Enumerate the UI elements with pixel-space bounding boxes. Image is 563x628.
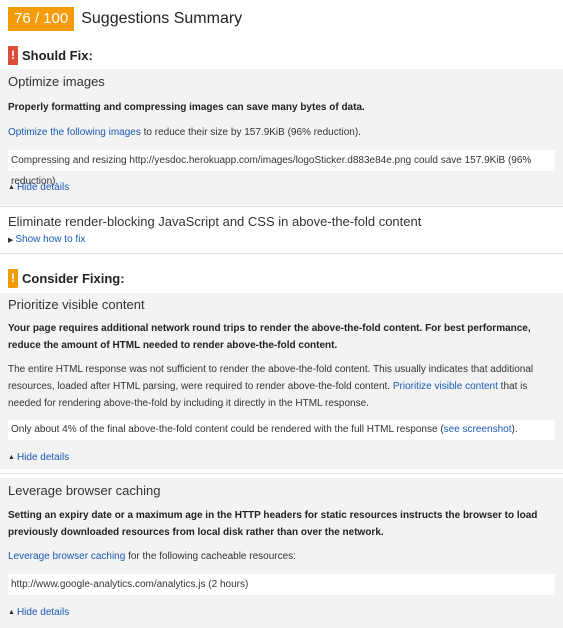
rule-title: Prioritize visible content [8,297,145,312]
triangle-up-icon: ▲ [8,184,15,191]
show-how-to-fix-toggle[interactable]: ▶ Show how to fix [8,234,85,245]
rule-summary: Your page requires additional network ro… [8,323,531,351]
divider [0,473,563,474]
toggle-label: Hide details [16,607,70,618]
rule-detail: Optimize the following images to reduce … [8,124,553,141]
triangle-right-icon: ▶ [8,236,14,244]
should-fix-heading: ! Should Fix: [8,46,93,65]
prioritize-visible-content-link[interactable]: Prioritize visible content [393,381,498,392]
optimize-images-link[interactable]: Optimize the following images [8,127,141,138]
rule-title: Optimize images [8,74,105,89]
divider [0,253,563,254]
rule-detail: The entire HTML response was not suffici… [8,361,553,412]
url-item: Compressing and resizing http://yesdoc.h… [8,150,555,187]
hide-details-toggle[interactable]: ▲ Hide details [8,607,69,618]
url-item: Only about 4% of the final above-the-fol… [8,420,555,440]
exclamation-icon: ! [8,269,18,288]
hide-details-toggle[interactable]: ▲ Hide details [8,182,69,193]
url-text: ). [511,424,518,435]
summary-header: 76 / 100 Suggestions Summary [8,7,243,31]
should-fix-label: Should Fix: [22,48,93,63]
triangle-up-icon: ▲ [8,609,15,616]
see-screenshot-link[interactable]: see screenshot [444,424,512,435]
detail-text: for the following cacheable resources: [125,551,296,562]
leverage-browser-caching-link[interactable]: Leverage browser caching [8,551,125,562]
toggle-label: Show how to fix [15,234,86,245]
page-title: Suggestions Summary [81,10,243,27]
rule-summary: Properly formatting and compressing imag… [8,102,365,113]
url-item: http://www.google-analytics.com/analytic… [8,574,555,595]
rule-summary: Setting an expiry date or a maximum age … [8,510,538,538]
url-text: Only about 4% of the final above-the-fol… [11,424,444,435]
score-badge: 76 / 100 [8,7,75,31]
exclamation-icon: ! [8,46,18,65]
toggle-label: Hide details [16,452,70,463]
rule-detail: Leverage browser caching for the followi… [8,548,553,565]
divider [0,206,563,207]
rule-title: Eliminate render-blocking JavaScript and… [8,214,422,229]
detail-text: to reduce their size by 157.9KiB (96% re… [140,127,361,138]
rule-title: Leverage browser caching [8,483,161,498]
toggle-label: Hide details [16,182,70,193]
consider-fixing-heading: ! Consider Fixing: [8,269,125,288]
triangle-up-icon: ▲ [8,454,15,461]
consider-fixing-label: Consider Fixing: [22,271,125,286]
hide-details-toggle[interactable]: ▲ Hide details [8,452,69,463]
